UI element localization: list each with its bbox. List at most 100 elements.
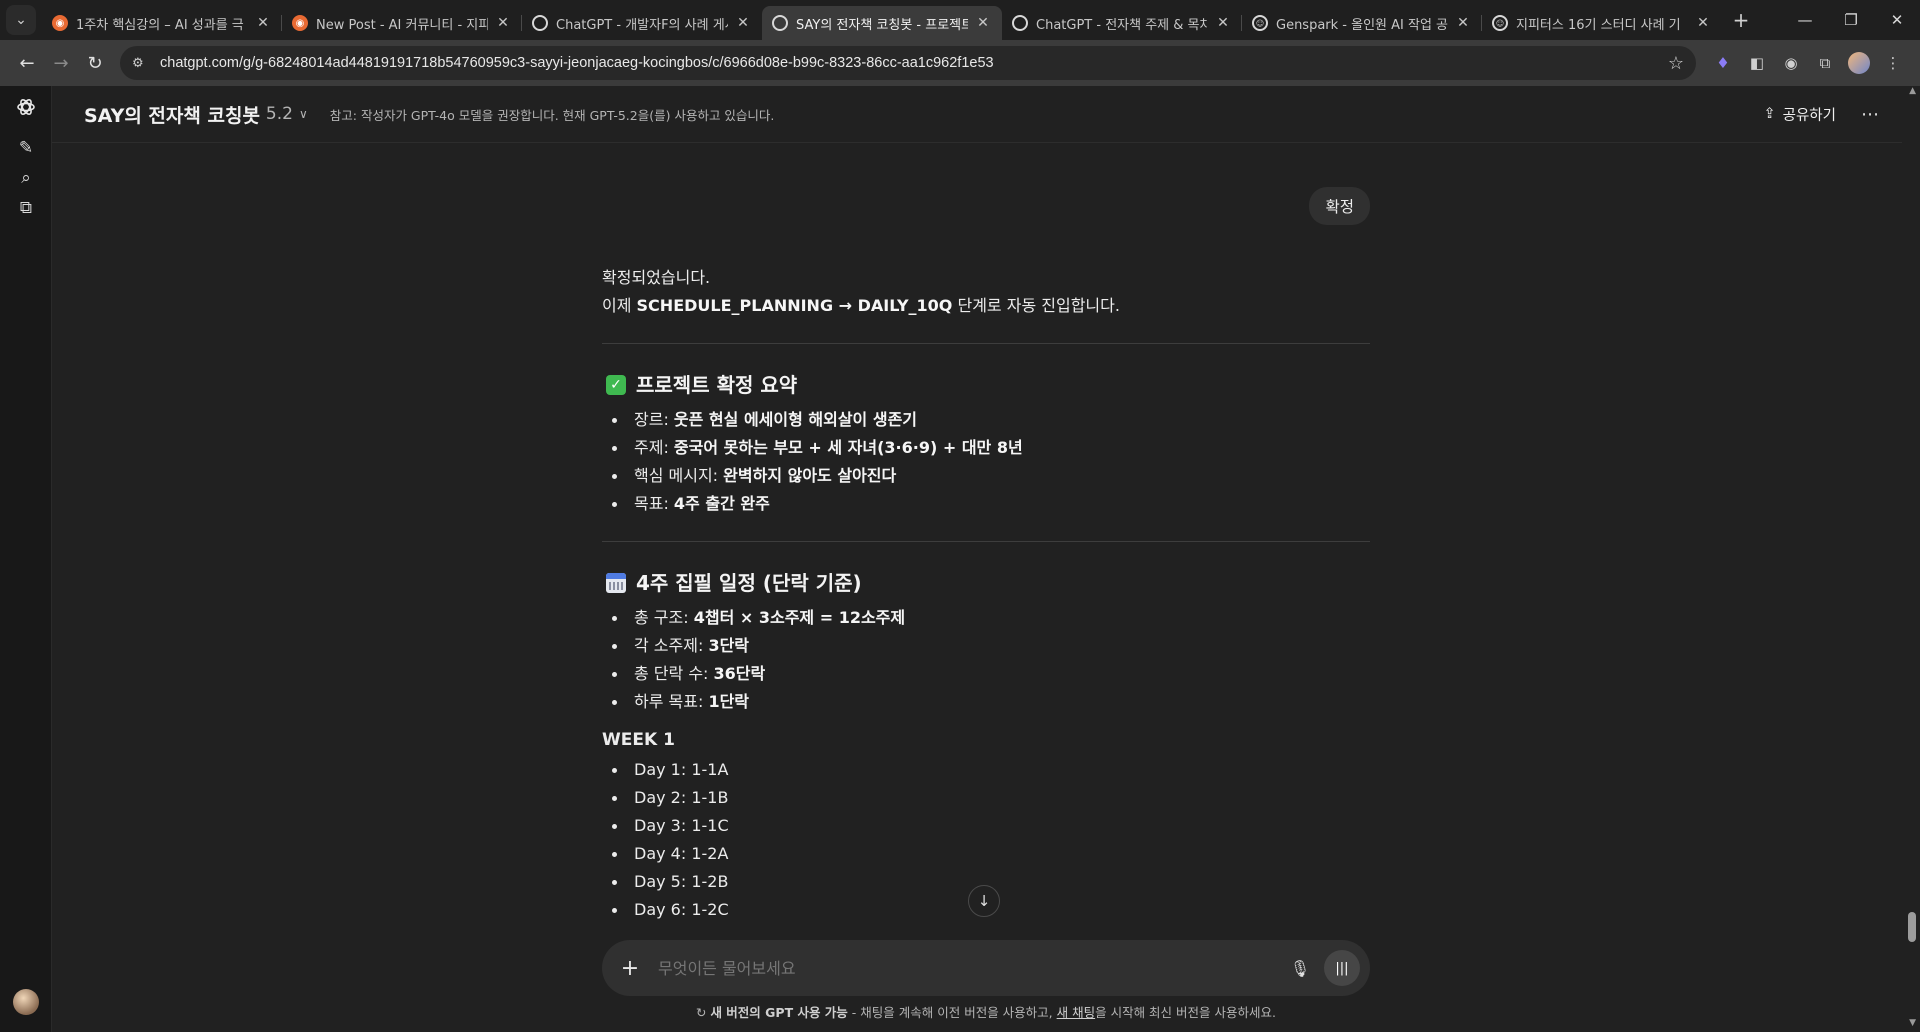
site-info-icon[interactable]: ⚙ xyxy=(132,56,152,71)
tab-title: 1주차 핵심강의 – AI 성과를 극 xyxy=(76,17,244,33)
address-bar[interactable]: ⚙ chatgpt.com/g/g-68248014ad44819191718b… xyxy=(120,46,1696,80)
microphone-icon[interactable]: 🎙 xyxy=(1284,952,1316,984)
summary-list: 장르: 웃픈 현실 에세이형 해외살이 생존기 주제: 중국어 못하는 부모 + … xyxy=(602,406,1370,518)
item-label: 총 단락 수: xyxy=(634,664,714,683)
extensions-puzzle-icon[interactable]: ⧉ xyxy=(1808,46,1842,80)
reply-line-2-prefix: 이제 xyxy=(602,296,637,315)
new-chat-link[interactable]: 새 채팅 xyxy=(1057,1005,1095,1020)
tab-close-icon[interactable]: ✕ xyxy=(974,15,992,31)
bookmark-star-icon[interactable]: ☆ xyxy=(1668,53,1684,74)
scroll-up-arrow-icon[interactable]: ▲ xyxy=(1909,86,1916,96)
tab-search-chevron-icon[interactable]: ⌄ xyxy=(6,5,36,35)
week-heading: WEEK 1 xyxy=(602,730,675,750)
list-item: 총 단락 수: 36단락 xyxy=(602,660,1370,688)
list-item: 각 소주제: 3단락 xyxy=(602,632,1370,660)
add-attachment-icon[interactable]: + xyxy=(616,954,644,982)
forward-icon[interactable]: → xyxy=(44,46,78,80)
window-controls: — ❐ ✕ xyxy=(1782,0,1920,40)
item-value: 3단락 xyxy=(708,636,750,655)
list-item: 총 구조: 4챕터 × 3소주제 = 12소주제 xyxy=(602,604,1370,632)
close-window-icon[interactable]: ✕ xyxy=(1874,0,1920,40)
extension-magnet-icon[interactable]: ◧ xyxy=(1740,46,1774,80)
new-tab-icon[interactable]: + xyxy=(1726,5,1756,35)
restore-icon[interactable]: ❐ xyxy=(1828,0,1874,40)
browser-tab[interactable]: ☺ Genspark - 올인원 AI 작업 공간 ✕ xyxy=(1241,6,1482,40)
tab-close-icon[interactable]: ✕ xyxy=(254,15,272,31)
left-rail: ✎ ⌕ ⧉ xyxy=(0,86,52,1032)
week-day-item: Day 3: 1-1C xyxy=(602,812,1370,840)
model-version[interactable]: 5.2 xyxy=(266,104,293,124)
list-item: 목표: 4주 출간 완주 xyxy=(602,490,1370,518)
more-options-icon[interactable]: ⋯ xyxy=(1861,104,1880,125)
extension-camera-icon[interactable]: ◉ xyxy=(1774,46,1808,80)
browser-menu-icon[interactable]: ⋮ xyxy=(1876,46,1910,80)
tab-close-icon[interactable]: ✕ xyxy=(1454,15,1472,31)
back-icon[interactable]: ← xyxy=(10,46,44,80)
browser-tab[interactable]: ☺ 지피터스 16기 스터디 사례 기 ✕ xyxy=(1481,6,1722,40)
reload-icon[interactable]: ↻ xyxy=(78,46,112,80)
reply-line-2-suffix: 단계로 자동 진입합니다. xyxy=(952,296,1120,315)
gpt-name[interactable]: SAY의 전자책 코칭봇 xyxy=(84,101,260,128)
tab-close-icon[interactable]: ✕ xyxy=(1694,15,1712,31)
tab-close-icon[interactable]: ✕ xyxy=(494,15,512,31)
item-value: 4주 출간 완주 xyxy=(673,494,770,513)
tab-title: ChatGPT - 개발자F의 사례 게시 xyxy=(556,17,728,33)
browser-tab[interactable]: ChatGPT - 전자책 주제 & 목차 ✕ xyxy=(1002,6,1242,40)
item-label: 목표: xyxy=(634,494,674,513)
list-item: 핵심 메시지: 완벽하지 않아도 살아진다 xyxy=(602,462,1370,490)
browser-toolbar: ← → ↻ ⚙ chatgpt.com/g/g-68248014ad448191… xyxy=(0,40,1920,86)
divider xyxy=(602,541,1370,542)
schedule-list: 총 구조: 4챕터 × 3소주제 = 12소주제 각 소주제: 3단락 총 단락 수… xyxy=(602,604,1370,716)
tab-title: SAY의 전자책 코칭봇 - 프로젝트 xyxy=(796,17,968,33)
browser-tab[interactable]: SAY의 전자책 코칭봇 - 프로젝트 ✕ xyxy=(762,6,1002,40)
tab-close-icon[interactable]: ✕ xyxy=(734,15,752,31)
week-day-item: Day 4: 1-2A xyxy=(602,840,1370,868)
week-day-item: Day 1: 1-1A xyxy=(602,756,1370,784)
message-input[interactable] xyxy=(658,958,1284,978)
minimize-icon[interactable]: — xyxy=(1782,0,1828,40)
share-button[interactable]: ⇪ 공유하기 xyxy=(1763,104,1836,125)
browser-tab[interactable]: ◉ 1주차 핵심강의 – AI 성과를 극 ✕ xyxy=(42,6,282,40)
library-icon[interactable]: ⧉ xyxy=(12,194,40,222)
gpters-favicon-icon: ◉ xyxy=(52,15,68,31)
browser-tab[interactable]: ChatGPT - 개발자F의 사례 게시 ✕ xyxy=(521,6,762,40)
item-value: 1단락 xyxy=(708,692,750,711)
item-value: 중국어 못하는 부모 + 세 자녀(3·6·9) + 대만 8년 xyxy=(673,438,1023,457)
tab-title: ChatGPT - 전자책 주제 & 목차 xyxy=(1036,17,1208,33)
list-item: 하루 목표: 1단락 xyxy=(602,688,1370,716)
browser-tab[interactable]: ◉ New Post - AI 커뮤니티 - 지피 ✕ xyxy=(281,6,522,40)
scroll-to-bottom-icon[interactable]: ↓ xyxy=(968,885,1000,917)
list-item: 장르: 웃픈 현실 에세이형 해외살이 생존기 xyxy=(602,406,1370,434)
scrollbar-thumb[interactable] xyxy=(1908,912,1916,942)
item-label: 주제: xyxy=(634,438,674,457)
summary-heading: ✓ 프로젝트 확정 요약 xyxy=(602,370,1370,400)
profile-avatar[interactable] xyxy=(1842,46,1876,80)
user-message: 확정 xyxy=(1309,187,1370,225)
week-day-item: Day 2: 1-1B xyxy=(602,784,1370,812)
search-icon[interactable]: ⌕ xyxy=(12,164,40,192)
extension-purple-icon[interactable]: ♦ xyxy=(1706,46,1740,80)
openai-logo-icon[interactable] xyxy=(12,93,40,121)
chatgpt-favicon-icon xyxy=(772,15,788,31)
refresh-icon: ↻ xyxy=(696,1005,711,1020)
chevron-down-icon[interactable]: ∨ xyxy=(299,107,308,121)
tab-title: Genspark - 올인원 AI 작업 공간 xyxy=(1276,17,1448,33)
check-mark-icon: ✓ xyxy=(606,375,626,395)
user-avatar[interactable] xyxy=(13,989,39,1015)
divider xyxy=(602,343,1370,344)
tab-close-icon[interactable]: ✕ xyxy=(1214,15,1232,31)
scroll-down-arrow-icon[interactable]: ▼ xyxy=(1909,1018,1916,1028)
chatgpt-favicon-icon xyxy=(532,15,548,31)
schedule-heading: 4주 집필 일정 (단락 기준) xyxy=(602,568,1370,598)
url-text[interactable]: chatgpt.com/g/g-68248014ad44819191718b54… xyxy=(160,55,1668,71)
new-chat-icon[interactable]: ✎ xyxy=(12,134,40,162)
item-value: 4챕터 × 3소주제 = 12소주제 xyxy=(693,608,906,627)
calendar-icon xyxy=(606,573,626,593)
item-label: 하루 목표: xyxy=(634,692,709,711)
list-item: 주제: 중국어 못하는 부모 + 세 자녀(3·6·9) + 대만 8년 xyxy=(602,434,1370,462)
voice-mode-icon[interactable]: ||| xyxy=(1324,950,1360,986)
page-scrollbar[interactable]: ▲ ▼ xyxy=(1902,86,1920,1032)
smiley-favicon-icon: ☺ xyxy=(1252,15,1268,31)
item-value: 완벽하지 않아도 살아진다 xyxy=(723,466,897,485)
browser-tab-strip: ⌄ ◉ 1주차 핵심강의 – AI 성과를 극 ✕ ◉ New Post - AI 커뮤… xyxy=(0,0,1920,40)
